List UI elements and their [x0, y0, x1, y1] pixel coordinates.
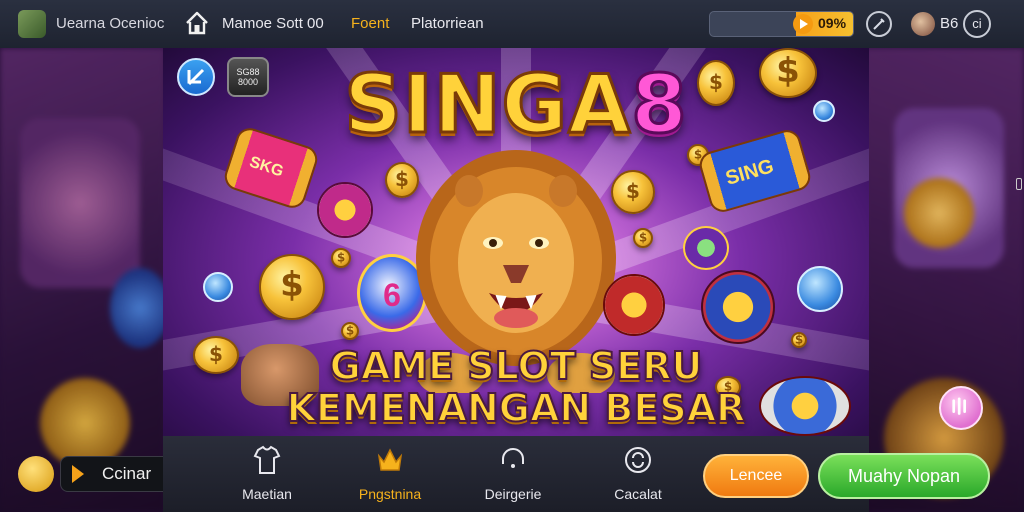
nav-link-active[interactable]: Foent — [351, 15, 389, 32]
gold-coin-icon — [331, 248, 351, 268]
tagline-line-2: KEMENANGAN BESAR — [286, 385, 747, 431]
top-bar: Uearna Ocenioc Mamoe Sott 00 Foent Plato… — [0, 0, 1024, 48]
app-name: Uearna Ocenioc — [56, 15, 165, 32]
wrench-icon — [873, 18, 885, 30]
refresh-icon — [625, 447, 651, 473]
profile-button[interactable]: ci — [963, 10, 991, 38]
tagline-line-1: GAME SLOT SERU — [329, 343, 704, 389]
gold-coin-icon — [759, 48, 817, 98]
tab-label: Cacalat — [614, 486, 662, 502]
tab-label: Maetian — [242, 486, 292, 502]
nav-link-platform[interactable]: Platorriean — [411, 15, 484, 32]
app-logo-icon[interactable] — [18, 10, 46, 38]
emoji-face-icon[interactable] — [18, 456, 54, 492]
play-arrow-icon — [793, 14, 813, 34]
tools-button[interactable] — [866, 11, 892, 37]
home-icon[interactable] — [184, 10, 210, 36]
blue-gem-icon — [203, 272, 233, 302]
nav-link-home[interactable]: Mamoe Sott 00 — [222, 15, 324, 32]
game-screen: Uearna Ocenioc Mamoe Sott 00 Foent Plato… — [0, 0, 1024, 512]
poker-chip-icon — [317, 182, 373, 238]
play-label: Ccinar — [102, 464, 152, 483]
floating-action-button[interactable] — [939, 386, 983, 430]
tab-deirgerie[interactable]: Deirgerie — [463, 436, 563, 512]
tab-pngstnina[interactable]: Pngstnina — [340, 436, 440, 512]
shirt-icon — [253, 445, 281, 474]
main-action-button[interactable]: Muahy Nopan — [818, 453, 990, 499]
headset-icon — [502, 448, 524, 468]
blue-gem-icon — [797, 266, 843, 312]
tab-cacalat[interactable]: Cacalat — [588, 436, 688, 512]
poker-chip-icon — [603, 274, 665, 336]
progress-percent: 09% — [818, 15, 847, 31]
side-button-icon — [1016, 178, 1022, 190]
profile-button-label: ci — [972, 16, 982, 31]
blue-gem-icon — [813, 100, 835, 122]
poker-chip-icon — [701, 270, 775, 344]
bottom-bar: Ccinar Maetian Pngstnina Deirgerie Cacal… — [0, 436, 1024, 512]
tab-label: Deirgerie — [484, 486, 542, 502]
gem-chip-icon — [683, 226, 729, 270]
crown-icon — [377, 448, 403, 471]
tab-maetian[interactable]: Maetian — [217, 436, 317, 512]
gold-coin-icon — [633, 228, 653, 248]
gold-coin-icon — [341, 322, 359, 340]
tab-label: Pngstnina — [358, 486, 422, 502]
avatar[interactable] — [911, 12, 935, 36]
promo-banner[interactable]: SG888000 SINGA8 SKG SING 6 — [163, 48, 869, 436]
user-label: B6 — [940, 15, 959, 32]
play-icon — [72, 465, 84, 483]
logo-main-text: SINGA — [343, 57, 632, 153]
gift-icon — [952, 397, 966, 415]
lencee-button[interactable]: Lencee — [703, 454, 809, 498]
gold-coin-icon — [259, 254, 325, 320]
gold-coin-icon — [697, 60, 735, 106]
logo-accent-text: 8 — [630, 57, 689, 153]
